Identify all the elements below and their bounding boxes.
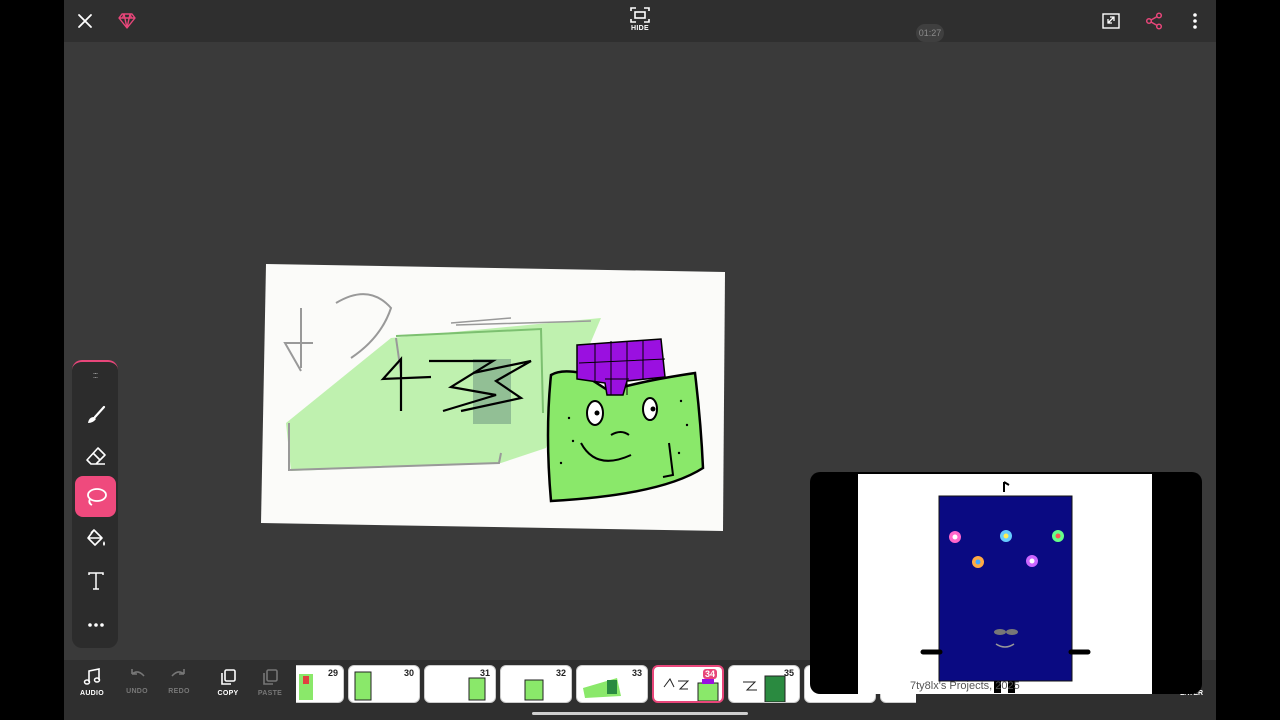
frame-thumbnail-active[interactable]: 34 [652, 665, 724, 703]
lasso-tool[interactable] [75, 476, 116, 517]
diamond-icon[interactable] [116, 10, 138, 32]
copy-icon [221, 669, 236, 685]
frame-thumbnail[interactable]: 33 [576, 665, 648, 703]
audio-button[interactable]: AUDIO [72, 668, 112, 697]
more-vertical-icon[interactable] [1184, 10, 1206, 32]
home-indicator [532, 712, 748, 715]
eraser-tool[interactable] [75, 435, 116, 476]
brush-tool[interactable] [75, 394, 116, 435]
expand-icon[interactable] [1100, 10, 1122, 32]
timer-display: 01:27 [916, 24, 944, 42]
frame-number: 32 [555, 668, 566, 678]
more-tools-button[interactable] [75, 604, 116, 645]
fill-tool[interactable] [75, 518, 116, 559]
frame-number: 33 [631, 668, 642, 678]
copy-button[interactable]: COPY [208, 668, 248, 697]
frame-number: 30 [403, 668, 414, 678]
text-tool[interactable] [75, 560, 116, 601]
redo-icon [171, 669, 185, 677]
audio-label: AUDIO [79, 690, 105, 697]
close-icon[interactable] [74, 10, 96, 32]
text-icon [87, 571, 104, 590]
frame-thumbnail[interactable]: 30 [348, 665, 420, 703]
undo-icon [131, 669, 145, 677]
hide-icon [630, 7, 650, 23]
frame-number: 31 [479, 668, 490, 678]
frame-thumbnail[interactable]: 31 [424, 665, 496, 703]
fill-bucket-icon [86, 528, 105, 546]
music-note-icon [83, 668, 101, 685]
frame-thumbnail[interactable]: 32 [500, 665, 572, 703]
preview-frame: 7ty8lx's Projects, 2025 [858, 474, 1152, 694]
paste-label: PASTE [257, 690, 283, 697]
frame-thumbnail[interactable]: 29 [296, 665, 344, 703]
brush-icon [87, 405, 105, 423]
more-horizontal-icon [87, 622, 104, 627]
frame-thumbnail[interactable]: 35 [728, 665, 800, 703]
drawing-canvas[interactable] [261, 263, 725, 531]
frame-number: 34 [702, 669, 717, 679]
frame-number: 29 [327, 668, 338, 678]
paste-icon [263, 669, 278, 685]
redo-label: REDO [168, 688, 190, 695]
preview-window[interactable]: 7ty8lx's Projects, 2025 [810, 472, 1202, 694]
undo-label: UNDO [126, 688, 148, 695]
paste-button[interactable]: PASTE [250, 668, 290, 697]
eraser-icon [85, 446, 106, 465]
preview-caption: 7ty8lx's Projects, 2025 [910, 680, 1020, 692]
drag-handle-icon[interactable]: ::: [72, 370, 118, 380]
lasso-icon [86, 487, 107, 506]
app-window: HIDE 01:27::: AUDIO UNDO REDO COPY PAST… [64, 0, 1216, 720]
undo-button[interactable]: UNDO [117, 668, 157, 695]
share-icon[interactable] [1143, 10, 1165, 32]
hide-label: HIDE [631, 25, 649, 32]
redo-button[interactable]: REDO [159, 668, 199, 695]
top-toolbar: HIDE 01:27 [64, 0, 1216, 42]
copy-label: COPY [217, 690, 239, 697]
frame-number: 35 [783, 668, 794, 678]
hide-ui-button[interactable]: HIDE [620, 6, 660, 40]
tool-panel: ::: [72, 360, 118, 648]
